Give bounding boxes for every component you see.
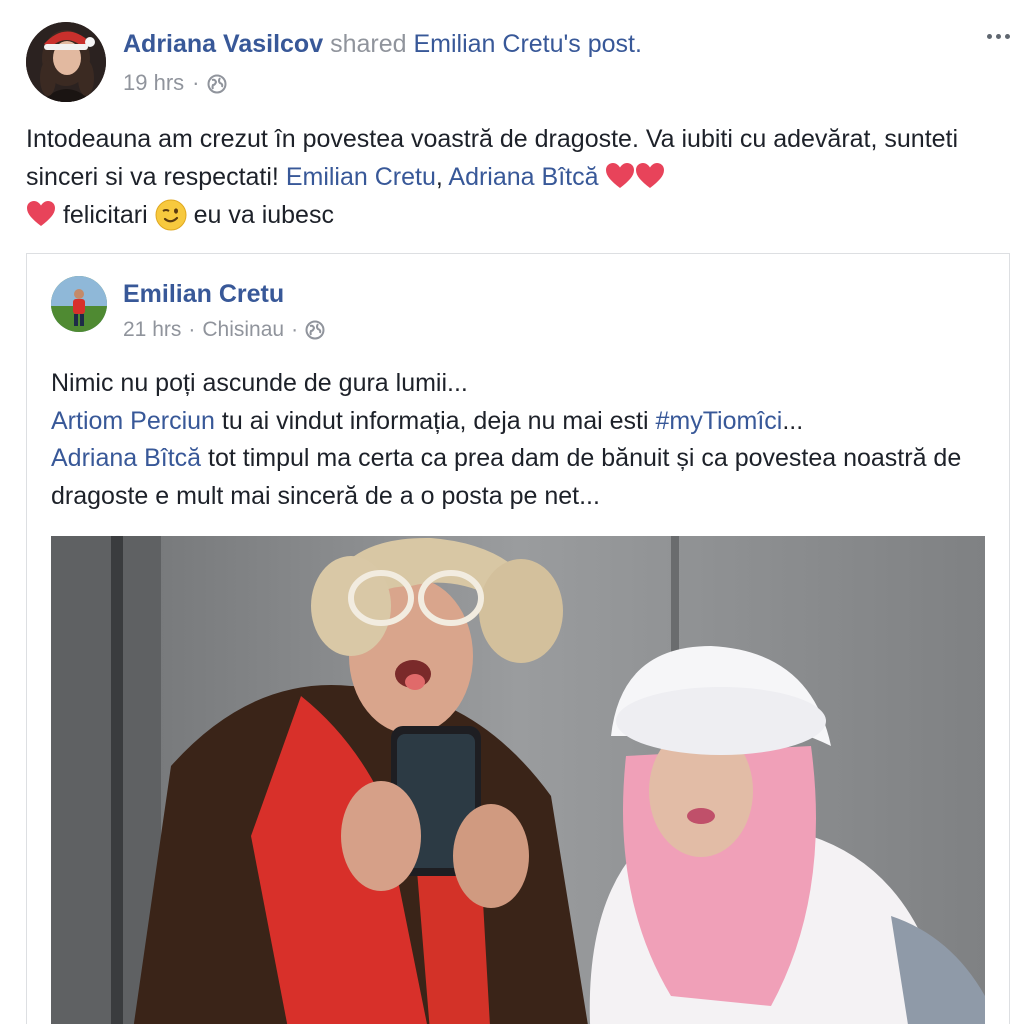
post-meta: 19 hrs · xyxy=(123,69,642,97)
shared-post-timestamp[interactable]: 21 hrs xyxy=(123,316,181,344)
shared-post-body: Nimic nu poți ascunde de gura lumii... Ar… xyxy=(51,365,986,515)
shared-label: shared xyxy=(330,30,407,58)
meta-separator: · xyxy=(291,318,299,341)
post-header: Adriana Vasilcov shared Emilian Cretu's … xyxy=(26,22,1010,102)
post-timestamp[interactable]: 19 hrs xyxy=(123,69,184,97)
shared-post-location[interactable]: Chisinau xyxy=(202,316,284,344)
shared-text-line2: tu ai vindut informația, deja nu mai est… xyxy=(214,406,656,435)
header-title: Adriana Vasilcov shared Emilian Cretu's … xyxy=(123,28,642,60)
dot xyxy=(986,33,992,39)
tag-separator: , xyxy=(435,163,449,191)
meta-separator: · xyxy=(192,70,200,95)
shared-post-card[interactable]: Emilian Cretu 21 hrs · Chisinau · Nimic … xyxy=(26,253,1010,1024)
post-text-part3: eu va iubesc xyxy=(186,201,334,229)
globe-icon[interactable] xyxy=(305,320,325,340)
wink-emoji-icon xyxy=(155,199,187,231)
shared-post-photo[interactable] xyxy=(51,536,985,1024)
shared-text-line1: Nimic nu poți ascunde de gura lumii... xyxy=(51,369,468,397)
shared-author-name[interactable]: Emilian Cretu xyxy=(123,278,284,310)
heart-emoji-icon xyxy=(635,162,665,190)
dot xyxy=(1004,33,1010,39)
tag-artiom-perciun[interactable]: Artiom Perciun xyxy=(51,407,215,435)
heart-emoji-icon xyxy=(605,162,635,190)
author-name[interactable]: Adriana Vasilcov xyxy=(123,30,323,58)
shared-post-meta: 21 hrs · Chisinau · xyxy=(123,316,325,344)
dot xyxy=(995,33,1001,39)
post-text-part2: felicitari xyxy=(56,201,155,229)
tag-adriana-bitca[interactable]: Adriana Bîtcă xyxy=(448,163,598,191)
shared-post-link[interactable]: Emilian Cretu's post. xyxy=(413,30,641,58)
header-text: Adriana Vasilcov shared Emilian Cretu's … xyxy=(123,28,642,97)
meta-separator: · xyxy=(188,318,196,341)
ellipsis: ... xyxy=(782,406,804,435)
globe-icon[interactable] xyxy=(207,73,227,94)
shared-author-avatar[interactable] xyxy=(51,276,107,332)
post-body: Intodeauna am crezut în povestea voastră… xyxy=(26,120,1006,234)
tag-adriana-bitca[interactable]: Adriana Bîtcă xyxy=(51,444,201,472)
heart-emoji-icon xyxy=(26,200,56,228)
tag-emilian-cretu[interactable]: Emilian Cretu xyxy=(286,163,436,191)
hashtag-link[interactable]: #myTiomîci xyxy=(655,407,782,435)
more-options-icon[interactable] xyxy=(982,26,1014,46)
author-avatar[interactable] xyxy=(26,22,106,102)
